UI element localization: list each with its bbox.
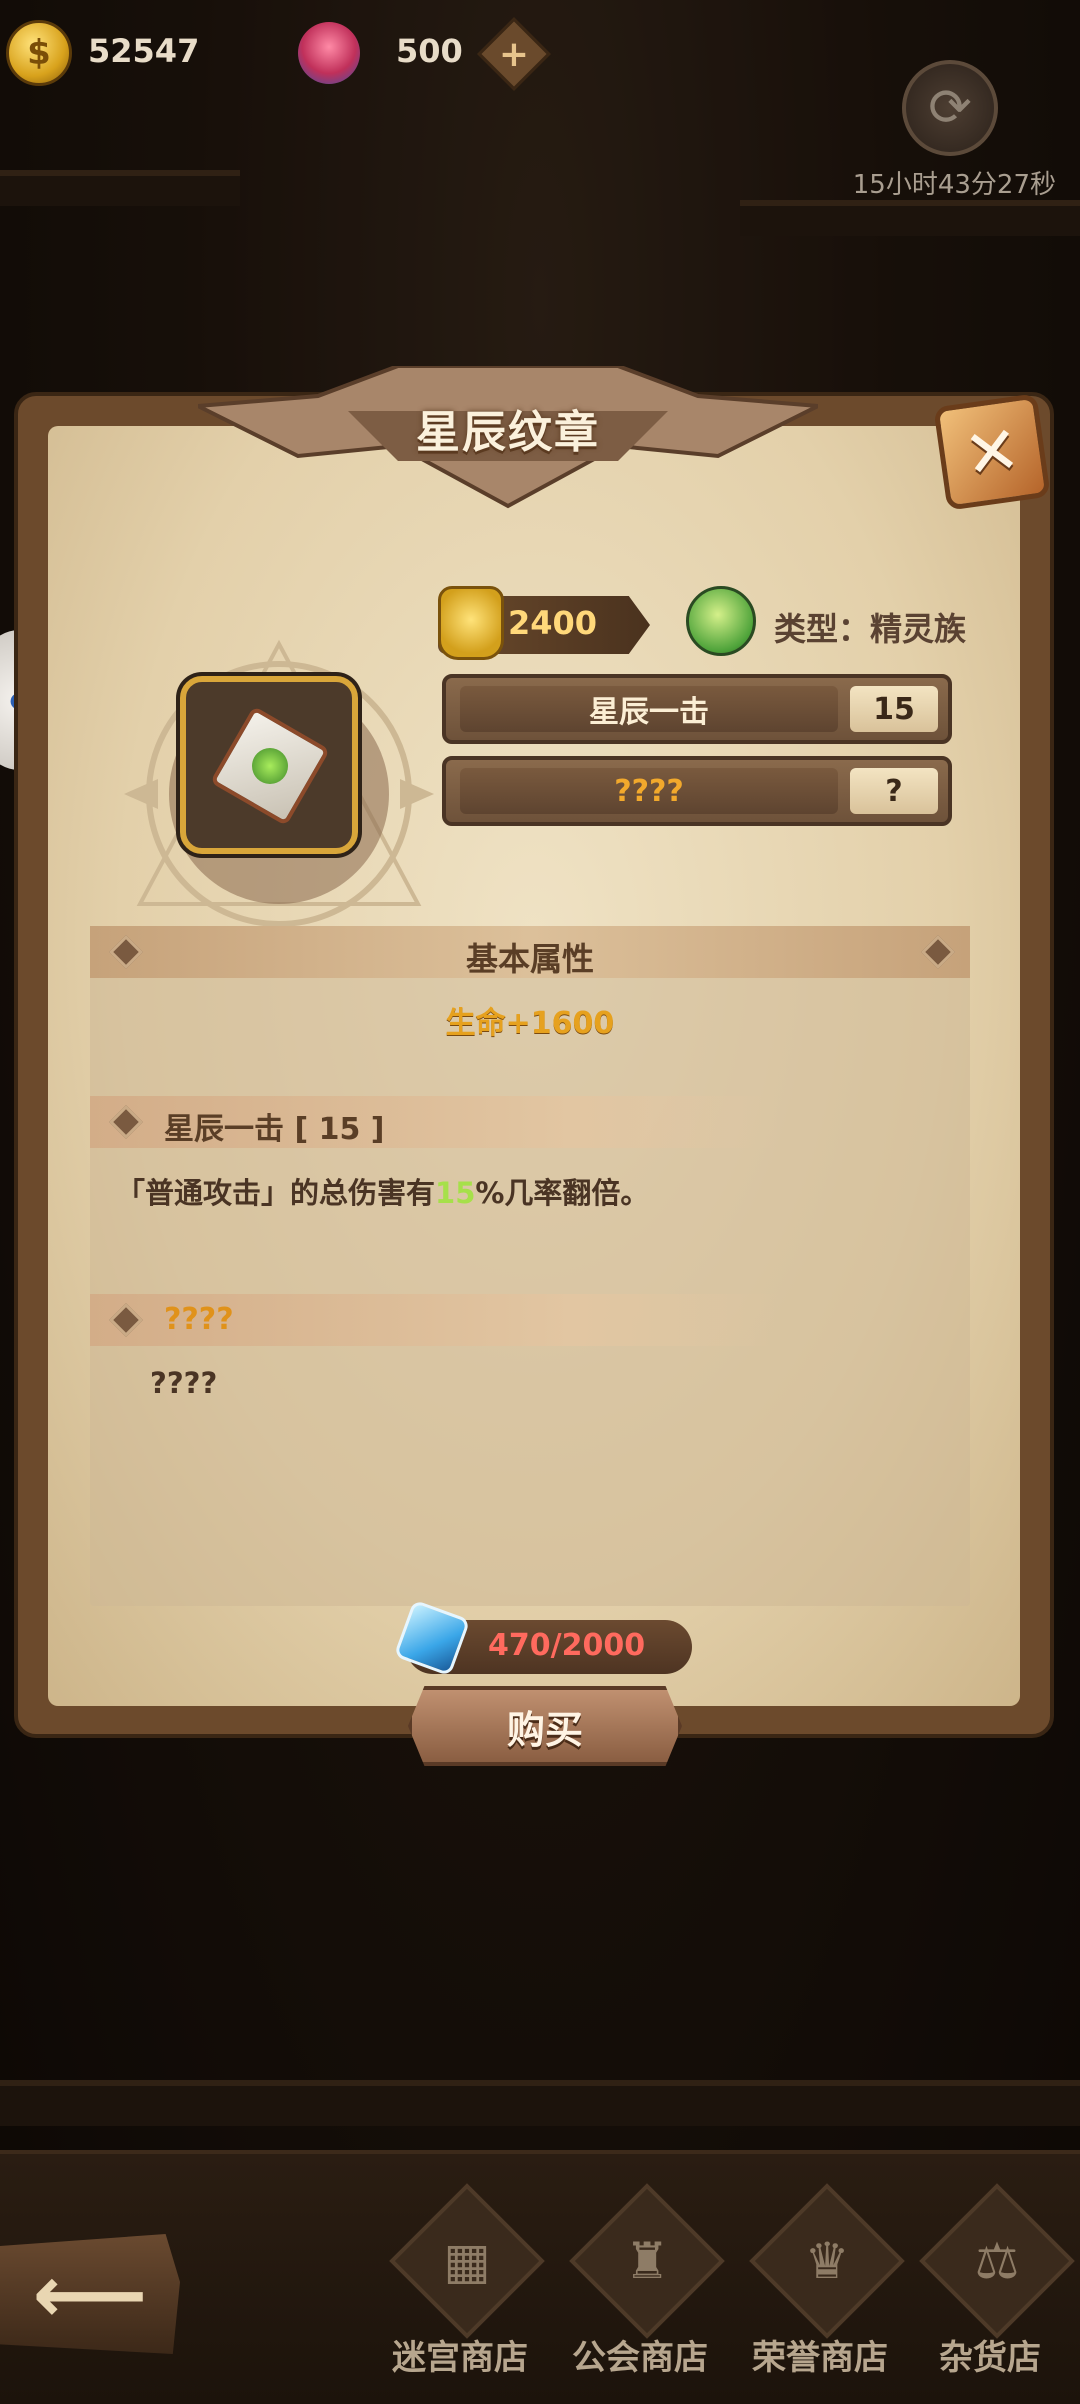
- nav-label: 荣誉商店: [752, 2338, 888, 2378]
- popup-title: 星辰纹章: [416, 407, 600, 458]
- add-currency-button[interactable]: +: [477, 17, 551, 91]
- skill-detail-title: ????: [164, 1302, 234, 1337]
- skill-detail-header-2: ????: [90, 1294, 780, 1346]
- nav-label: 杂货店: [939, 2338, 1041, 2378]
- back-arrow-icon: ⟵: [32, 2247, 148, 2341]
- basic-stat: 生命+1600: [445, 1006, 615, 1041]
- nav-item-general-store[interactable]: ⚖ 杂货店: [900, 2183, 1080, 2396]
- skill-detail-description: ????: [150, 1366, 218, 1400]
- basic-attributes-header: 基本属性: [90, 926, 970, 978]
- desc-prefix: 「普通攻击」的总伤害有: [116, 1176, 436, 1210]
- item-detail-popup: 星辰纹章 2400 类型：精灵族 星辰一击 15 ???? ? 基本属性 生命+…: [14, 366, 1054, 1766]
- basic-attributes-title: 基本属性: [465, 940, 594, 978]
- cost-amount: 470/2000: [488, 1628, 646, 1663]
- refresh-button[interactable]: ⟳: [902, 60, 998, 156]
- nav-item-guild-shop[interactable]: ♜ 公会商店: [550, 2183, 730, 2396]
- diamond-icon: [109, 1303, 143, 1337]
- gold-amount: 52547: [88, 32, 200, 70]
- scales-icon: ⚖: [919, 2183, 1075, 2339]
- honor-chest-icon: ♛: [749, 2183, 905, 2339]
- power-value: 2400: [508, 604, 598, 642]
- maze-icon: ▦: [389, 2183, 545, 2339]
- gold-coin-icon: $: [6, 20, 72, 86]
- gem-amount: 500: [396, 32, 463, 70]
- type-label: 类型：精灵族: [774, 610, 967, 648]
- skill-bar-2[interactable]: ???? ?: [442, 756, 952, 826]
- plus-icon: +: [498, 33, 530, 75]
- skill-name: ????: [460, 768, 838, 814]
- skill-detail-title: 星辰一击 [ 15 ]: [164, 1112, 385, 1147]
- close-button[interactable]: ✕: [933, 393, 1051, 511]
- refresh-timer: 15小时43分27秒: [852, 170, 1056, 200]
- nav-item-honor-shop[interactable]: ♛ 荣誉商店: [730, 2183, 910, 2396]
- item-emblem[interactable]: [180, 676, 358, 854]
- nav-label: 公会商店: [572, 2338, 708, 2378]
- emblem-core: [252, 748, 288, 784]
- diamond-icon: [109, 1105, 143, 1139]
- moon-faction-icon: [686, 586, 756, 656]
- skill-level: ?: [850, 768, 938, 814]
- nav-item-maze-shop[interactable]: ▦ 迷宫商店: [370, 2183, 550, 2396]
- fist-power-icon: [438, 586, 504, 660]
- skill-level: 15: [850, 686, 938, 732]
- nav-label: 迷宫商店: [392, 2338, 528, 2378]
- skill-name: 星辰一击: [460, 686, 838, 732]
- gem-currency-icon: [298, 22, 360, 84]
- skill-detail-description: 「普通攻击」的总伤害有15%几率翻倍。: [116, 1170, 649, 1212]
- desc-highlight: 15: [435, 1176, 476, 1210]
- skill-bar-1[interactable]: 星辰一击 15: [442, 674, 952, 744]
- desc-suffix: %几率翻倍。: [475, 1176, 650, 1210]
- close-icon: ✕: [959, 410, 1025, 494]
- refresh-icon: ⟳: [928, 78, 972, 138]
- skill-detail-header-1: 星辰一击 [ 15 ]: [90, 1096, 780, 1148]
- buy-button[interactable]: 购买: [408, 1686, 682, 1766]
- back-button[interactable]: ⟵: [0, 2234, 180, 2354]
- guild-icon: ♜: [569, 2183, 725, 2339]
